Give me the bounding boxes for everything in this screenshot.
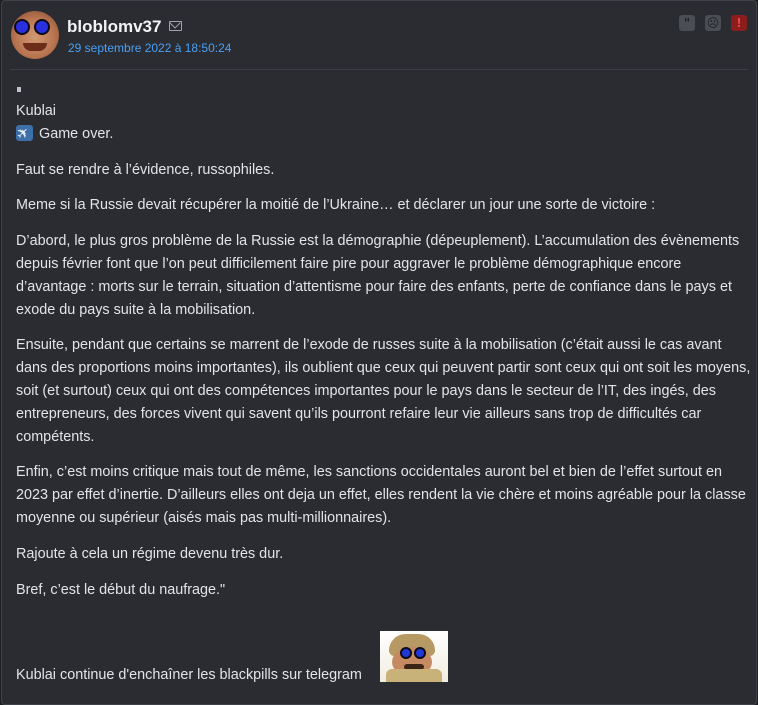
paragraph-6: Rajoute à cela un régime devenu très dur… (16, 545, 284, 562)
forum-post: bloblomv37 29 septembre 2022 à 18:50:24 … (1, 0, 757, 705)
paragraph-5: Enfin, c’est moins critique mais tout de… (16, 464, 746, 526)
closing-line: Kublai continue d'enchaîner les blackpil… (16, 667, 362, 683)
username[interactable]: bloblomv37 (67, 17, 161, 37)
game-over-line: Game over. (16, 123, 751, 146)
avatar-glasses-left (14, 19, 30, 35)
paragraph-1: Faut se rendre à l’évidence, russophiles… (16, 161, 275, 178)
avatar-glasses-right (34, 19, 50, 35)
paragraph-2: Meme si la Russie devait récupérer la mo… (16, 197, 656, 214)
paragraph-4: Ensuite, pendant que certains se marrent… (16, 337, 751, 445)
sticker-glasses-left (400, 647, 412, 659)
sticker-image[interactable] (380, 631, 448, 682)
paragraph-3: D’abord, le plus gros problème de la Rus… (16, 233, 740, 318)
sticker-coat (386, 669, 442, 682)
avatar-mouth (23, 43, 47, 51)
game-over-text: Game over. (39, 125, 114, 142)
user-avatar[interactable] (11, 11, 59, 59)
post-date[interactable]: 29 septembre 2022 à 18:50:24 (68, 41, 231, 55)
post-header: bloblomv37 29 septembre 2022 à 18:50:24 … (10, 1, 748, 70)
paragraph-7: Bref, c’est le début du naufrage." (16, 581, 226, 598)
post-content: Kublai Game over. Faut se rendre à l’évi… (16, 85, 751, 614)
author-line: Kublai (16, 103, 57, 119)
sad-face-icon[interactable]: ☹ (705, 15, 721, 31)
quote-marker (17, 87, 21, 92)
airplane-icon (16, 124, 33, 141)
report-alert-icon[interactable]: ! (731, 15, 747, 31)
quote-icon[interactable]: " (679, 15, 695, 31)
post-actions: " ☹ ! (679, 15, 747, 31)
envelope-icon[interactable] (169, 21, 182, 31)
sticker-glasses-right (414, 647, 426, 659)
